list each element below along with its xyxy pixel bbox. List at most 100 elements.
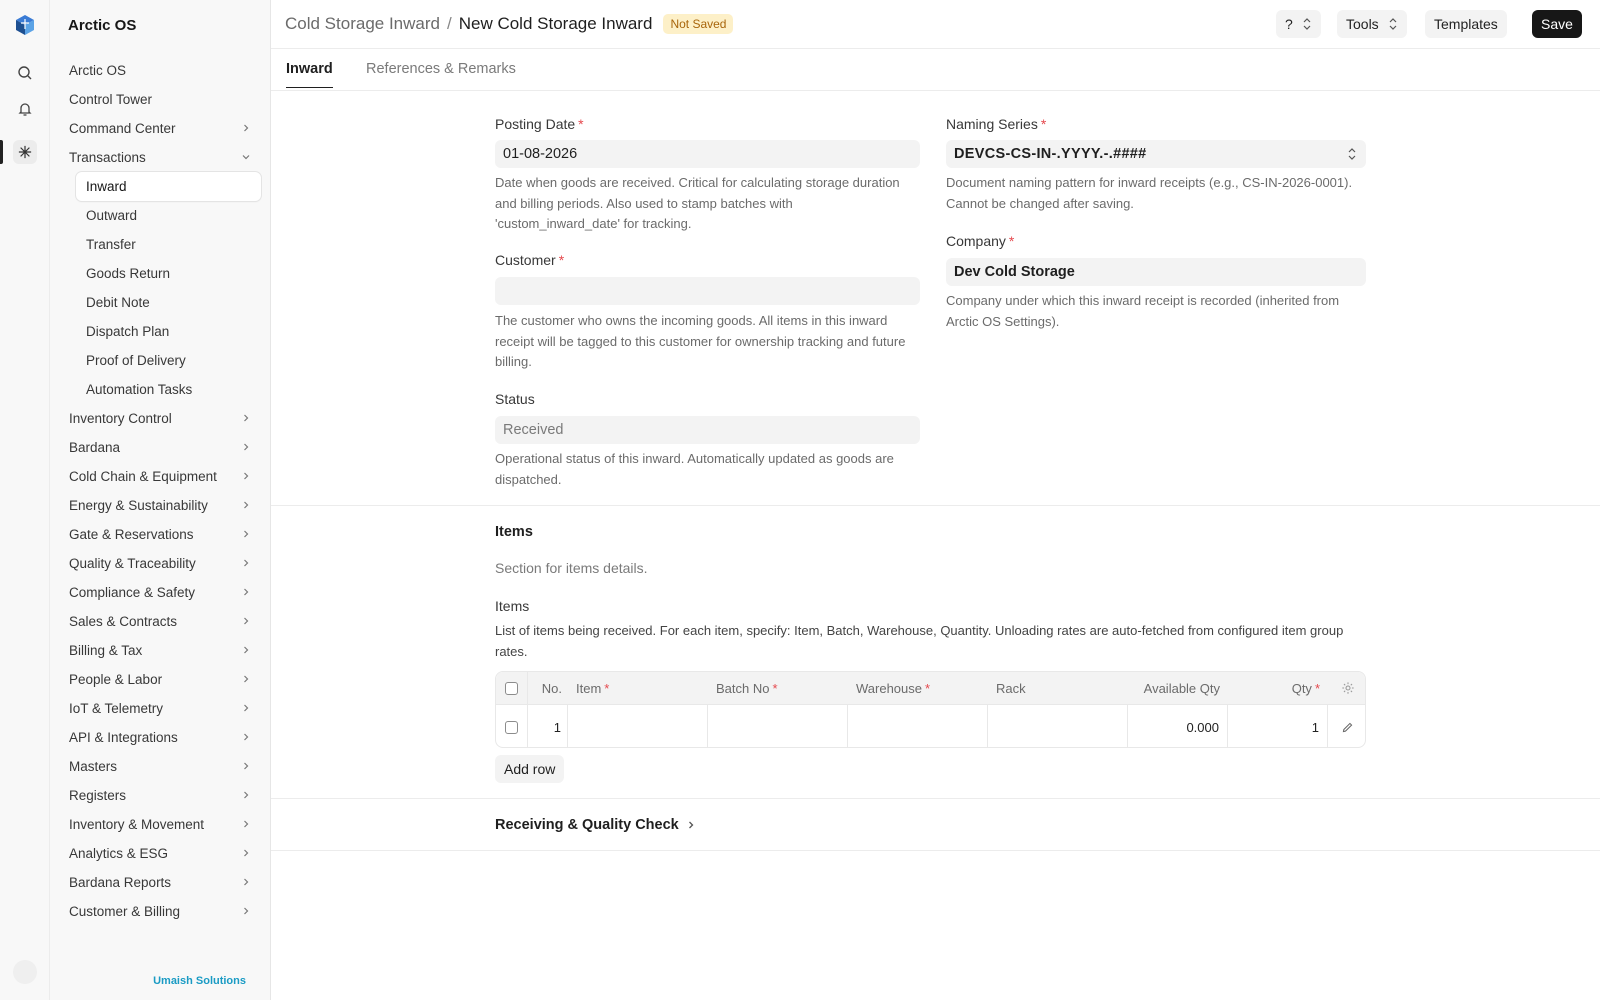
sidebar-item-label: Energy & Sustainability xyxy=(69,498,208,513)
row-available-qty: 0.000 xyxy=(1128,705,1228,747)
row-no: 1 xyxy=(528,705,568,747)
sidebar-item-label: Customer & Billing xyxy=(69,904,181,919)
footer-brand-link[interactable]: Umaish Solutions xyxy=(153,975,246,987)
sidebar-app-title: Arctic OS xyxy=(68,17,137,34)
sidebar-subitem-transfer[interactable]: Transfer xyxy=(50,230,271,259)
sidebar-subitem-proof-of-delivery[interactable]: Proof of Delivery xyxy=(50,346,271,375)
sidebar-item-inventory-movement[interactable]: Inventory & Movement xyxy=(50,810,271,839)
items-table-header: No. Item * Batch No * Warehouse * Rack Avai… xyxy=(496,672,1365,705)
snowflake-icon[interactable] xyxy=(13,140,37,164)
items-table-label: Items xyxy=(495,598,530,614)
tools-button[interactable]: Tools xyxy=(1337,10,1407,38)
sidebar-item-people-labor[interactable]: People & Labor xyxy=(50,665,271,694)
sidebar-item-bardana-reports[interactable]: Bardana Reports xyxy=(50,868,271,897)
col-batch-no: Batch No * xyxy=(716,680,778,696)
sidebar-item-iot-telemetry[interactable]: IoT & Telemetry xyxy=(50,694,271,723)
sidebar-item-sales-contracts[interactable]: Sales & Contracts xyxy=(50,607,271,636)
sidebar-item-billing-tax[interactable]: Billing & Tax xyxy=(50,636,271,665)
form-tabs: Inward References & Remarks xyxy=(271,49,1600,91)
bell-icon[interactable] xyxy=(13,97,37,121)
sidebar-item-label: Arctic OS xyxy=(69,63,127,78)
chevron-right-icon xyxy=(244,530,249,538)
sidebar-subitem-goods-return[interactable]: Goods Return xyxy=(50,259,271,288)
sidebar-item-compliance-safety[interactable]: Compliance & Safety xyxy=(50,578,271,607)
sidebar-item-api-integrations[interactable]: API & Integrations xyxy=(50,723,271,752)
customer-help: The customer who owns the incoming goods… xyxy=(495,313,906,369)
sidebar-item-gate-reservations[interactable]: Gate & Reservations xyxy=(50,520,271,549)
table-row[interactable]: 1 0.000 1 xyxy=(496,705,1365,747)
row-checkbox[interactable] xyxy=(505,720,518,734)
items-table-help: List of items being received. For each i… xyxy=(495,623,1344,659)
chevron-right-icon xyxy=(244,791,249,799)
templates-button[interactable]: Templates xyxy=(1425,10,1507,38)
chevron-right-icon xyxy=(244,124,249,132)
sidebar-item-inventory-control[interactable]: Inventory Control xyxy=(50,404,271,433)
sidebar-item-label: Masters xyxy=(69,759,118,774)
sidebar-subitem-debit-note[interactable]: Debit Note xyxy=(50,288,271,317)
search-icon[interactable] xyxy=(13,61,37,85)
sidebar-item-analytics-esg[interactable]: Analytics & ESG xyxy=(50,839,271,868)
help-button-label: ? xyxy=(1285,16,1293,32)
select-all-checkbox[interactable] xyxy=(505,681,518,695)
sidebar-item-command-center[interactable]: Command Center xyxy=(50,114,271,143)
sidebar-subitem-outward[interactable]: Outward xyxy=(50,201,271,230)
tools-button-label: Tools xyxy=(1346,16,1379,32)
tab-inward[interactable]: Inward xyxy=(286,61,333,88)
status-help: Operational status of this inward. Autom… xyxy=(495,451,894,487)
chevron-right-icon xyxy=(244,646,249,654)
row-select-cell xyxy=(496,705,528,747)
sidebar-item-arctic-os[interactable]: Arctic OS xyxy=(50,56,271,85)
row-batch-input[interactable] xyxy=(708,705,848,747)
sidebar-item-label: Control Tower xyxy=(69,92,153,107)
sidebar-item-bardana[interactable]: Bardana xyxy=(50,433,271,462)
sidebar-item-label: IoT & Telemetry xyxy=(69,701,164,716)
sidebar-subitem-inward[interactable]: Inward xyxy=(76,172,261,201)
sidebar-item-registers[interactable]: Registers xyxy=(50,781,271,810)
tab-references-remarks[interactable]: References & Remarks xyxy=(366,61,516,87)
receiving-section-toggle[interactable]: Receiving & Quality Check xyxy=(495,817,697,833)
chevron-updown-icon xyxy=(1389,18,1397,30)
chevron-right-icon xyxy=(688,821,694,829)
receiving-section-title: Receiving & Quality Check xyxy=(495,817,679,833)
sidebar-item-customer-billing[interactable]: Customer & Billing xyxy=(50,897,271,926)
sidebar-item-label: Cold Chain & Equipment xyxy=(69,469,217,484)
app-logo-icon[interactable] xyxy=(13,13,37,37)
sidebar-subitem-dispatch-plan[interactable]: Dispatch Plan xyxy=(50,317,271,346)
chevron-right-icon xyxy=(244,733,249,741)
sidebar-item-label: Bardana xyxy=(69,440,121,455)
row-item-input[interactable] xyxy=(568,705,708,747)
save-button[interactable]: Save xyxy=(1532,10,1582,38)
sidebar-item-quality-traceability[interactable]: Quality & Traceability xyxy=(50,549,271,578)
help-button[interactable]: ? xyxy=(1276,10,1321,38)
sidebar-item-label: Command Center xyxy=(69,121,176,136)
breadcrumb-parent[interactable]: Cold Storage Inward xyxy=(285,14,440,34)
sidebar-item-energy-sustainability[interactable]: Energy & Sustainability xyxy=(50,491,271,520)
row-qty-input[interactable]: 1 xyxy=(1228,705,1328,747)
company-input[interactable]: Dev Cold Storage xyxy=(946,258,1366,286)
chevron-right-icon xyxy=(244,878,249,886)
chevron-right-icon xyxy=(244,443,249,451)
company-label: Company * xyxy=(946,233,1015,249)
section-divider xyxy=(271,798,1600,799)
gear-icon[interactable] xyxy=(1341,681,1355,695)
sidebar-subitem-automation-tasks[interactable]: Automation Tasks xyxy=(50,375,271,404)
row-warehouse-input[interactable] xyxy=(848,705,988,747)
items-table: No. Item * Batch No * Warehouse * Rack Avai… xyxy=(495,671,1366,748)
chevron-right-icon xyxy=(244,501,249,509)
status-field: Received xyxy=(495,416,920,444)
row-edit-cell xyxy=(1328,705,1365,747)
sidebar-item-cold-chain-equipment[interactable]: Cold Chain & Equipment xyxy=(50,462,271,491)
column-settings-cell xyxy=(1328,672,1365,704)
edit-pencil-icon[interactable] xyxy=(1341,721,1354,734)
sidebar-item-control-tower[interactable]: Control Tower xyxy=(50,85,271,114)
naming-series-select[interactable]: DEVCS-CS-IN-.YYYY.-.#### xyxy=(946,140,1366,168)
chevron-right-icon xyxy=(244,704,249,712)
sidebar-item-transactions[interactable]: Transactions xyxy=(50,143,271,172)
user-avatar[interactable] xyxy=(13,960,37,984)
row-rack-input[interactable] xyxy=(988,705,1128,747)
add-row-button[interactable]: Add row xyxy=(495,755,565,783)
sidebar-item-masters[interactable]: Masters xyxy=(50,752,271,781)
customer-input[interactable] xyxy=(495,277,920,305)
posting-date-input[interactable]: 01-08-2026 xyxy=(495,140,920,168)
chevron-right-icon xyxy=(244,617,249,625)
